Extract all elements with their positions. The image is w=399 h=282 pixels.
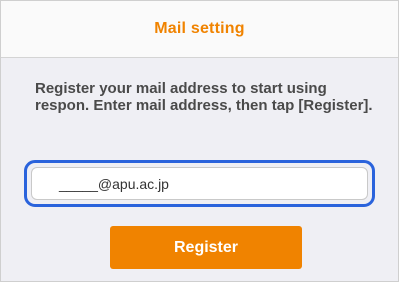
mail-address-input[interactable]: _____@apu.ac.jp: [31, 167, 368, 200]
instructions-text: Register your mail address to start usin…: [35, 80, 373, 114]
register-button[interactable]: Register: [110, 226, 302, 269]
mail-address-value: _____@apu.ac.jp: [59, 175, 169, 192]
input-highlight-frame: _____@apu.ac.jp: [24, 160, 375, 207]
mail-setting-screen: Mail setting Register your mail address …: [0, 0, 399, 282]
content-area: Register your mail address to start usin…: [1, 58, 398, 281]
page-title: Mail setting: [154, 20, 245, 37]
header-bar: Mail setting: [1, 1, 398, 58]
